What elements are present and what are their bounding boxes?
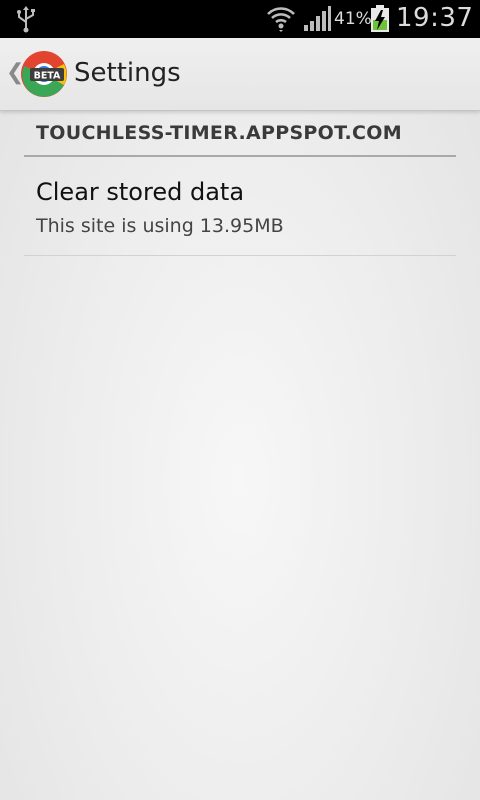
clear-stored-data-item[interactable]: Clear stored data This site is using 13.…: [24, 158, 456, 254]
pref-title: Clear stored data: [36, 178, 245, 206]
pref-summary: This site is using 13.95MB: [36, 215, 284, 237]
wifi-icon: [267, 7, 295, 32]
clock: 19:37: [396, 3, 474, 33]
site-header: TOUCHLESS-TIMER.APPSPOT.COM: [36, 122, 402, 144]
status-bar: 41% 19:37: [0, 0, 480, 38]
usb-icon: [17, 6, 35, 33]
battery-percentage: 41%: [334, 9, 372, 29]
item-divider: [24, 255, 456, 256]
up-navigation-button[interactable]: ❮ BETA Settings: [0, 38, 190, 110]
page-title: Settings: [74, 58, 181, 88]
section-divider: [24, 155, 456, 157]
action-bar: ❮ BETA Settings: [0, 38, 480, 111]
signal-icon: [304, 6, 331, 31]
battery-charging-icon: [371, 5, 389, 32]
beta-badge: BETA: [34, 71, 61, 82]
chrome-beta-icon: BETA: [21, 51, 67, 97]
